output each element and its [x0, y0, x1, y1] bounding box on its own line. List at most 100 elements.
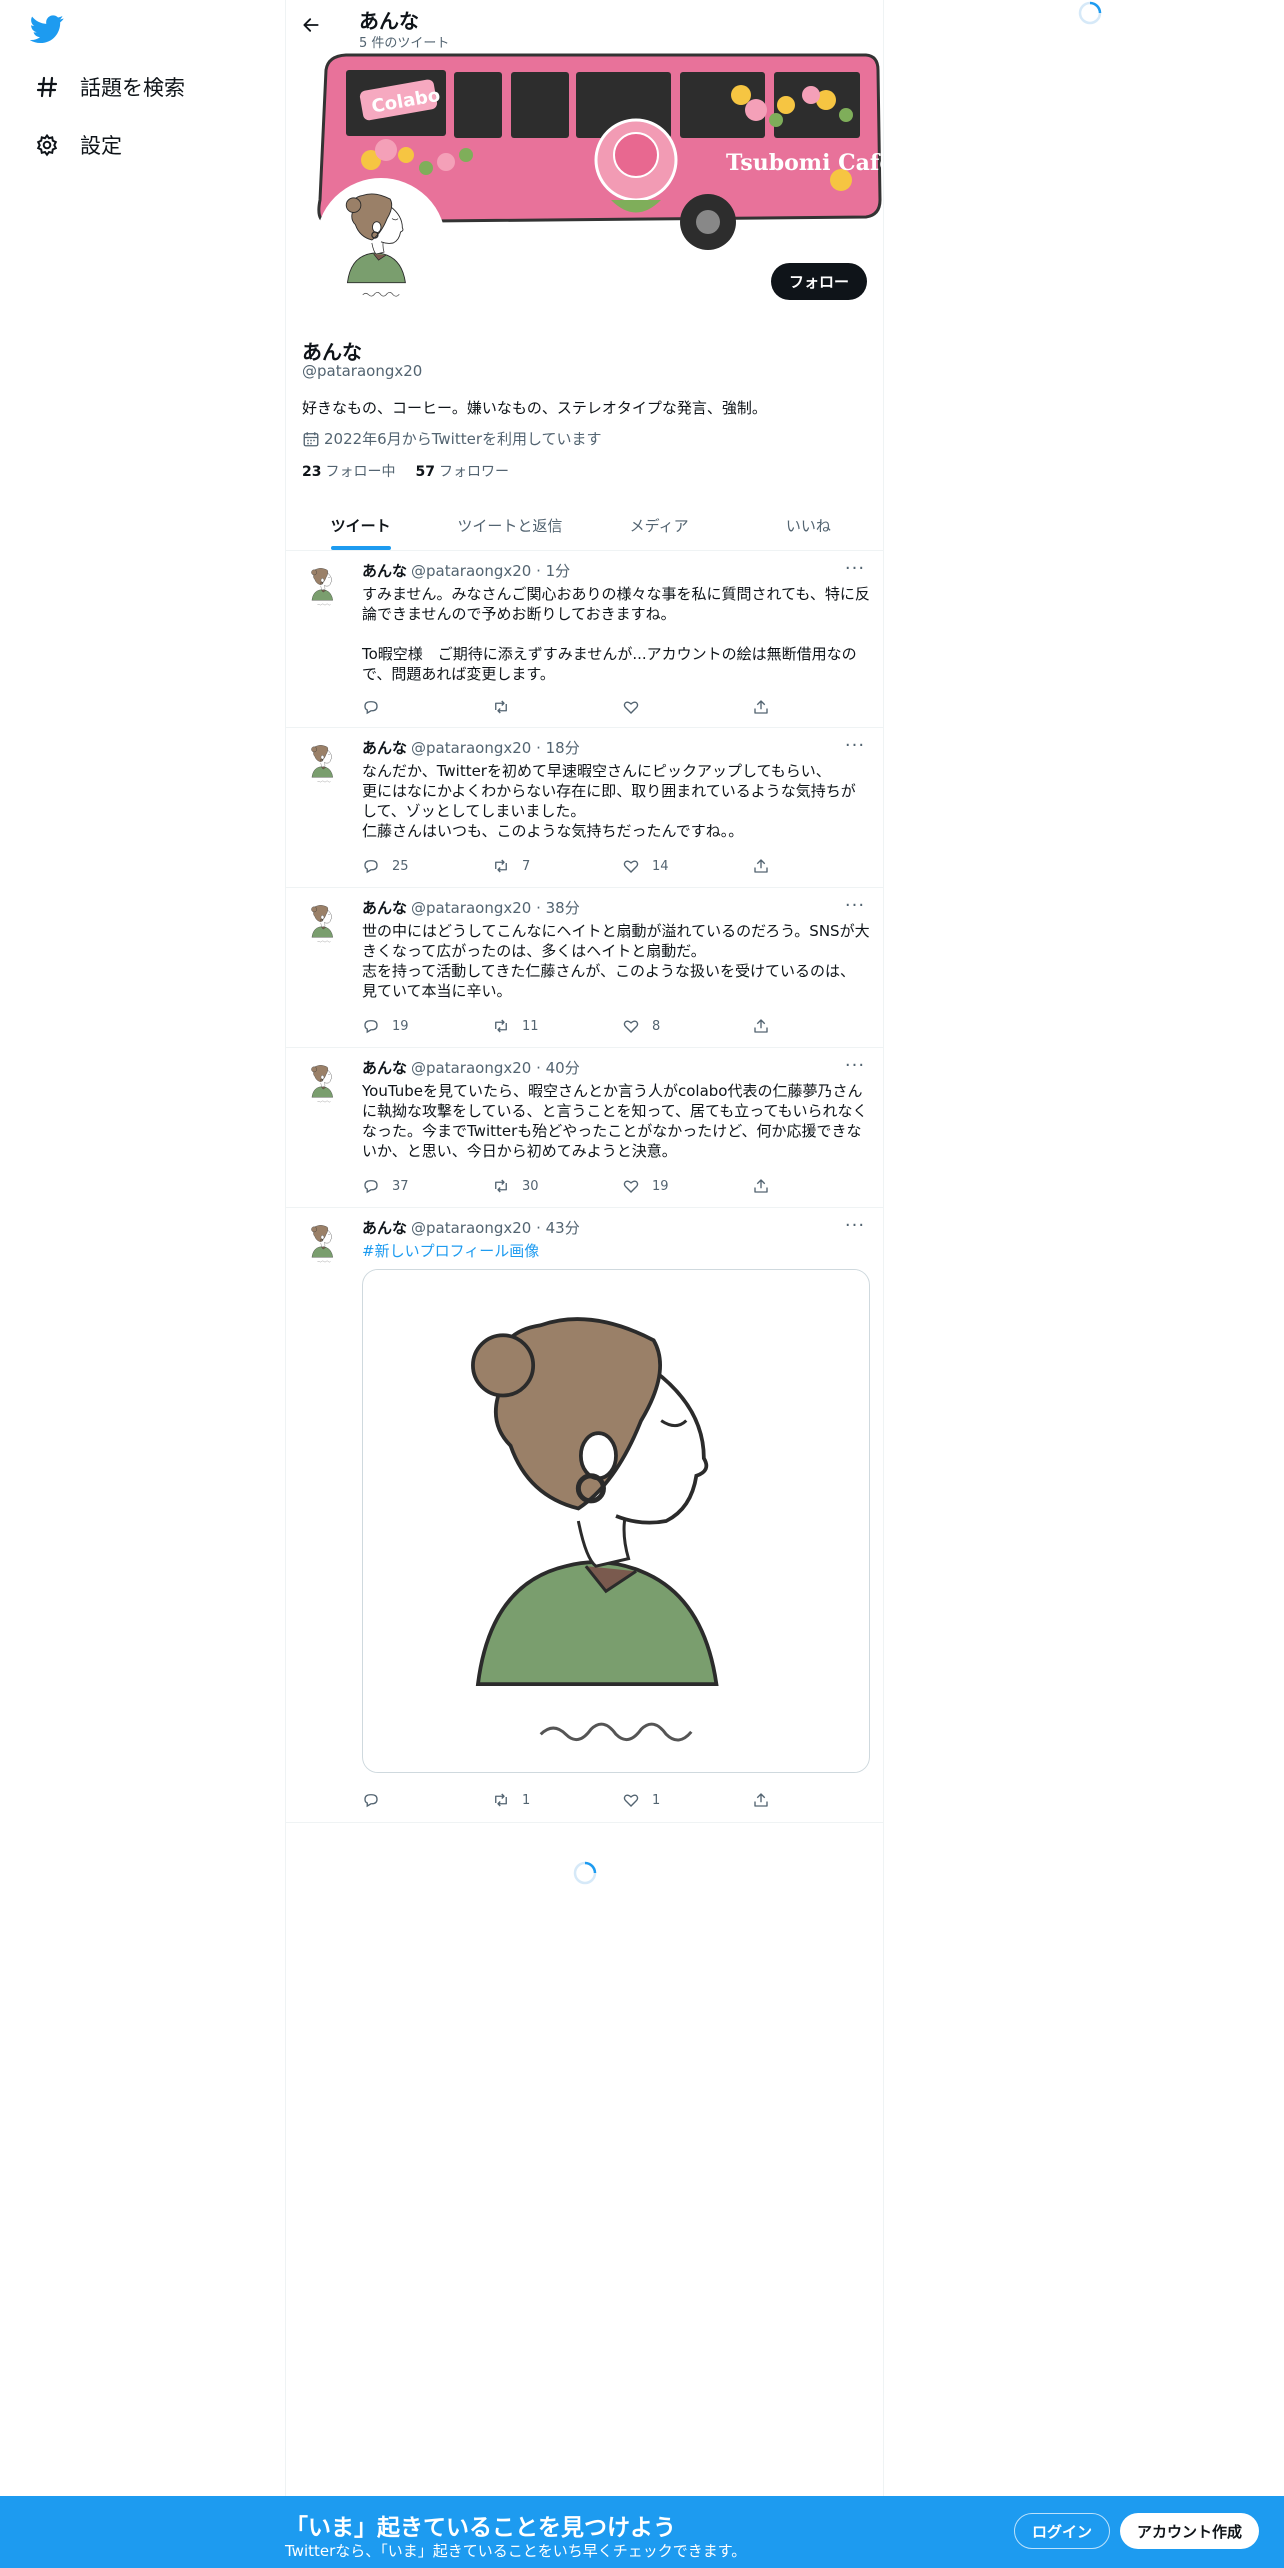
retweet-button[interactable]: 7	[492, 855, 552, 877]
profile-tabs: ツイート ツイートと返信 メディア いいね	[286, 500, 883, 551]
retweet-button[interactable]: 30	[492, 1175, 552, 1197]
profile-bio: 好きなもの、コーヒー。嫌いなもの、ステレオタイプな発言、強制。	[302, 399, 767, 417]
retweet-button[interactable]	[492, 696, 552, 718]
tweet-author-name[interactable]: あんな	[362, 562, 407, 580]
tweet-actions: 25 7 14	[362, 855, 782, 877]
tweet-image[interactable]	[362, 1269, 870, 1773]
tab-media[interactable]: メディア	[585, 500, 734, 550]
share-icon	[754, 1019, 768, 1033]
tweet-meta[interactable]: @pataraongx20 · 1分	[411, 562, 570, 580]
more-options-icon[interactable]: ···	[843, 558, 867, 579]
signup-banner: 「いま」起きていることを見つけよう Twitterなら、「いま」起きていることを…	[0, 2496, 1284, 2568]
reply-icon	[364, 1020, 378, 1034]
heart-icon	[623, 1180, 639, 1193]
tweet-author-name[interactable]: あんな	[362, 739, 407, 757]
reply-button[interactable]: 37	[362, 1175, 422, 1197]
tweet-header: あんな @pataraongx20 · 1分	[362, 560, 570, 581]
tweet-header: あんな @pataraongx20 · 18分	[362, 737, 580, 758]
profile-header-bar: あんな 5 件のツイート	[286, 0, 883, 51]
tweet-item[interactable]: あんな @pataraongx20 · 18分 ··· なんだか、Twitterを…	[286, 729, 883, 888]
loading-spinner-icon	[1077, 0, 1103, 26]
tweet-item[interactable]: あんな @pataraongx20 · 43分 ··· #新しいプロフィール画像 …	[286, 1209, 883, 1823]
retweet-icon	[495, 1019, 507, 1033]
followers-link[interactable]: 57 フォロワー	[415, 461, 508, 481]
like-button[interactable]	[622, 696, 682, 718]
following-count: 23	[302, 464, 322, 480]
retweet-button[interactable]: 11	[492, 1015, 552, 1037]
like-button[interactable]: 1	[622, 1789, 682, 1811]
login-button[interactable]: ログイン	[1014, 2513, 1111, 2549]
tweet-item[interactable]: あんな @pataraongx20 · 40分 ··· YouTubeを見ていたら…	[286, 1049, 883, 1208]
hashtag-icon	[34, 74, 60, 100]
heart-icon	[623, 860, 639, 873]
main-column: あんな 5 件のツイート Colabo Tsubomi Cafe フォロー あん…	[285, 0, 884, 2500]
back-arrow-icon[interactable]	[296, 10, 326, 40]
share-button[interactable]	[752, 696, 782, 718]
tweet-meta[interactable]: @pataraongx20 · 38分	[411, 899, 580, 917]
like-button[interactable]: 19	[622, 1175, 682, 1197]
tweet-item[interactable]: あんな @pataraongx20 · 1分 ··· すみません。みなさんご関心お…	[286, 552, 883, 728]
followers-count: 57	[415, 464, 435, 480]
nav-explore[interactable]: 話題を検索	[34, 67, 185, 107]
loading-spinner-icon	[572, 1860, 598, 1886]
tweet-text: 世の中にはどうしてこんなにヘイトと扇動が溢れているのだろう。SNSが大きくなって…	[362, 922, 870, 1000]
share-icon	[754, 700, 768, 714]
calendar-icon	[302, 430, 320, 448]
signup-banner-title: 「いま」起きていることを見つけよう	[285, 2515, 676, 2541]
more-options-icon[interactable]: ···	[843, 895, 867, 916]
tweet-avatar[interactable]	[302, 1061, 346, 1105]
tweet-text: YouTubeを見ていたら、暇空さんとか言う人がcolabo代表の仁藤夢乃さんに…	[362, 1082, 868, 1160]
like-button[interactable]: 14	[622, 855, 682, 877]
profile-join-date: 2022年6月からTwitterを利用しています	[302, 428, 602, 449]
tweet-avatar[interactable]	[302, 564, 346, 608]
heart-icon	[623, 701, 639, 714]
tweet-avatar[interactable]	[302, 1221, 346, 1265]
signup-button[interactable]: アカウント作成	[1120, 2513, 1260, 2549]
header-name: あんな	[359, 9, 419, 33]
reply-button[interactable]: 19	[362, 1015, 422, 1037]
more-options-icon[interactable]: ···	[843, 1055, 867, 1076]
retweet-button[interactable]: 1	[492, 1789, 552, 1811]
more-options-icon[interactable]: ···	[843, 1215, 867, 1236]
share-button[interactable]	[752, 1789, 782, 1811]
share-icon	[754, 859, 768, 873]
share-button[interactable]	[752, 855, 782, 877]
share-icon	[754, 1179, 768, 1193]
tweet-author-name[interactable]: あんな	[362, 1059, 407, 1077]
tweet-meta[interactable]: @pataraongx20 · 43分	[411, 1219, 580, 1237]
tweet-meta[interactable]: @pataraongx20 · 40分	[411, 1059, 580, 1077]
tab-tweets-and-replies[interactable]: ツイートと返信	[435, 500, 584, 550]
heart-icon	[623, 1794, 639, 1807]
follow-button[interactable]: フォロー	[770, 263, 867, 300]
profile-avatar[interactable]	[316, 178, 446, 308]
reply-button[interactable]	[362, 1789, 422, 1811]
following-link[interactable]: 23 フォロー中	[302, 461, 395, 481]
tab-tweets[interactable]: ツイート	[286, 500, 435, 550]
tweet-author-name[interactable]: あんな	[362, 1219, 407, 1237]
nav-settings[interactable]: 設定	[34, 125, 122, 165]
reply-icon	[364, 701, 378, 715]
profile-name: あんな	[302, 340, 362, 364]
like-button[interactable]: 8	[622, 1015, 682, 1037]
share-button[interactable]	[752, 1015, 782, 1037]
tweet-meta[interactable]: @pataraongx20 · 18分	[411, 739, 580, 757]
tweet-actions: 19 11 8	[362, 1015, 782, 1037]
tweet-item[interactable]: あんな @pataraongx20 · 38分 ··· 世の中にはどうしてこんなに…	[286, 889, 883, 1048]
tweet-author-name[interactable]: あんな	[362, 899, 407, 917]
tweet-actions: 37 30 19	[362, 1175, 782, 1197]
twitter-logo-icon[interactable]	[29, 12, 64, 46]
reply-button[interactable]	[362, 696, 422, 718]
retweet-icon	[495, 1793, 507, 1807]
left-navigation: 話題を検索 設定	[0, 0, 285, 2568]
hashtag-link[interactable]: #新しいプロフィール画像	[362, 1241, 870, 1261]
reply-icon	[364, 1180, 378, 1194]
reply-button[interactable]: 25	[362, 855, 422, 877]
share-button[interactable]	[752, 1175, 782, 1197]
tab-likes[interactable]: いいね	[734, 500, 883, 550]
header-tweet-count: 5 件のツイート	[359, 36, 450, 51]
more-options-icon[interactable]: ···	[843, 735, 867, 756]
tweet-avatar[interactable]	[302, 741, 346, 785]
tweet-avatar[interactable]	[302, 901, 346, 945]
nav-explore-label: 話題を検索	[80, 76, 185, 100]
tweet-text: なんだか、Twitterを初めて早速暇空さんにピックアップしてもらい、 更にはな…	[362, 762, 856, 840]
